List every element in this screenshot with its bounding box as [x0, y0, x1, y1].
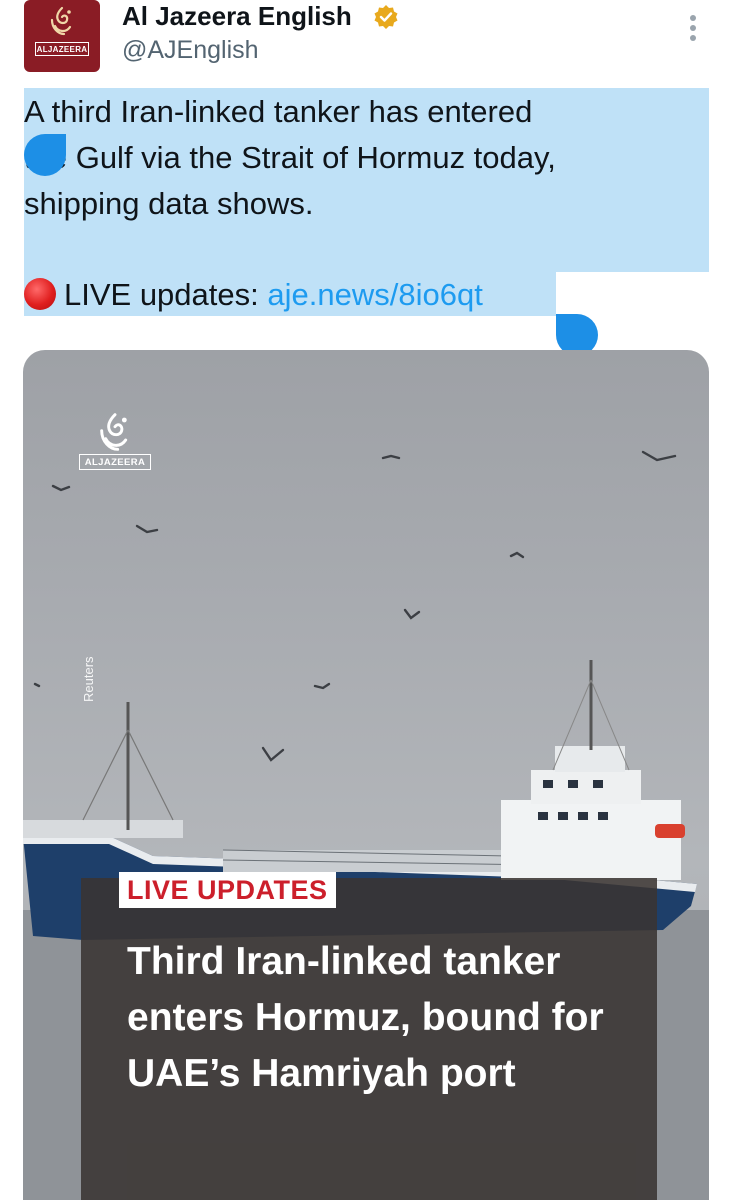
dot-icon	[690, 35, 696, 41]
dot-icon	[690, 25, 696, 31]
photo-credit: Reuters	[81, 656, 96, 702]
dot-icon	[690, 15, 696, 21]
tweet-text-line: the Gulf via the Strait of Hormuz today,	[24, 140, 556, 175]
avatar[interactable]: ALJAZEERA	[24, 0, 100, 72]
live-updates-line: LIVE updates: aje.news/8io6qt	[24, 273, 483, 317]
display-name[interactable]: Al Jazeera English	[122, 0, 352, 32]
tweet-text-line: shipping data shows.	[24, 186, 314, 221]
verified-badge-icon	[374, 5, 398, 29]
tweet-text-line: A third Iran-linked tanker has entered	[24, 94, 533, 129]
live-prefix: LIVE updates:	[64, 277, 268, 312]
selection-start-handle[interactable]	[24, 134, 66, 176]
live-updates-badge: LIVE UPDATES	[119, 872, 336, 908]
handle[interactable]: @AJEnglish	[122, 34, 259, 66]
headline: Third Iran-linked tanker enters Hormuz, …	[127, 940, 604, 1095]
aljazeera-calligraphy-icon	[50, 6, 72, 36]
article-link[interactable]: aje.news/8io6qt	[267, 277, 482, 312]
logo-wordmark: ALJAZEERA	[79, 454, 151, 470]
media-card[interactable]: ALJAZEERA Reuters LIVE UPDATES Third Ira…	[23, 350, 709, 1200]
avatar-wordmark: ALJAZEERA	[35, 42, 89, 56]
aljazeera-calligraphy-icon	[100, 413, 128, 451]
aljazeera-logo: ALJAZEERA	[79, 412, 151, 474]
more-options-button[interactable]	[680, 12, 706, 46]
red-circle-icon	[24, 278, 56, 310]
